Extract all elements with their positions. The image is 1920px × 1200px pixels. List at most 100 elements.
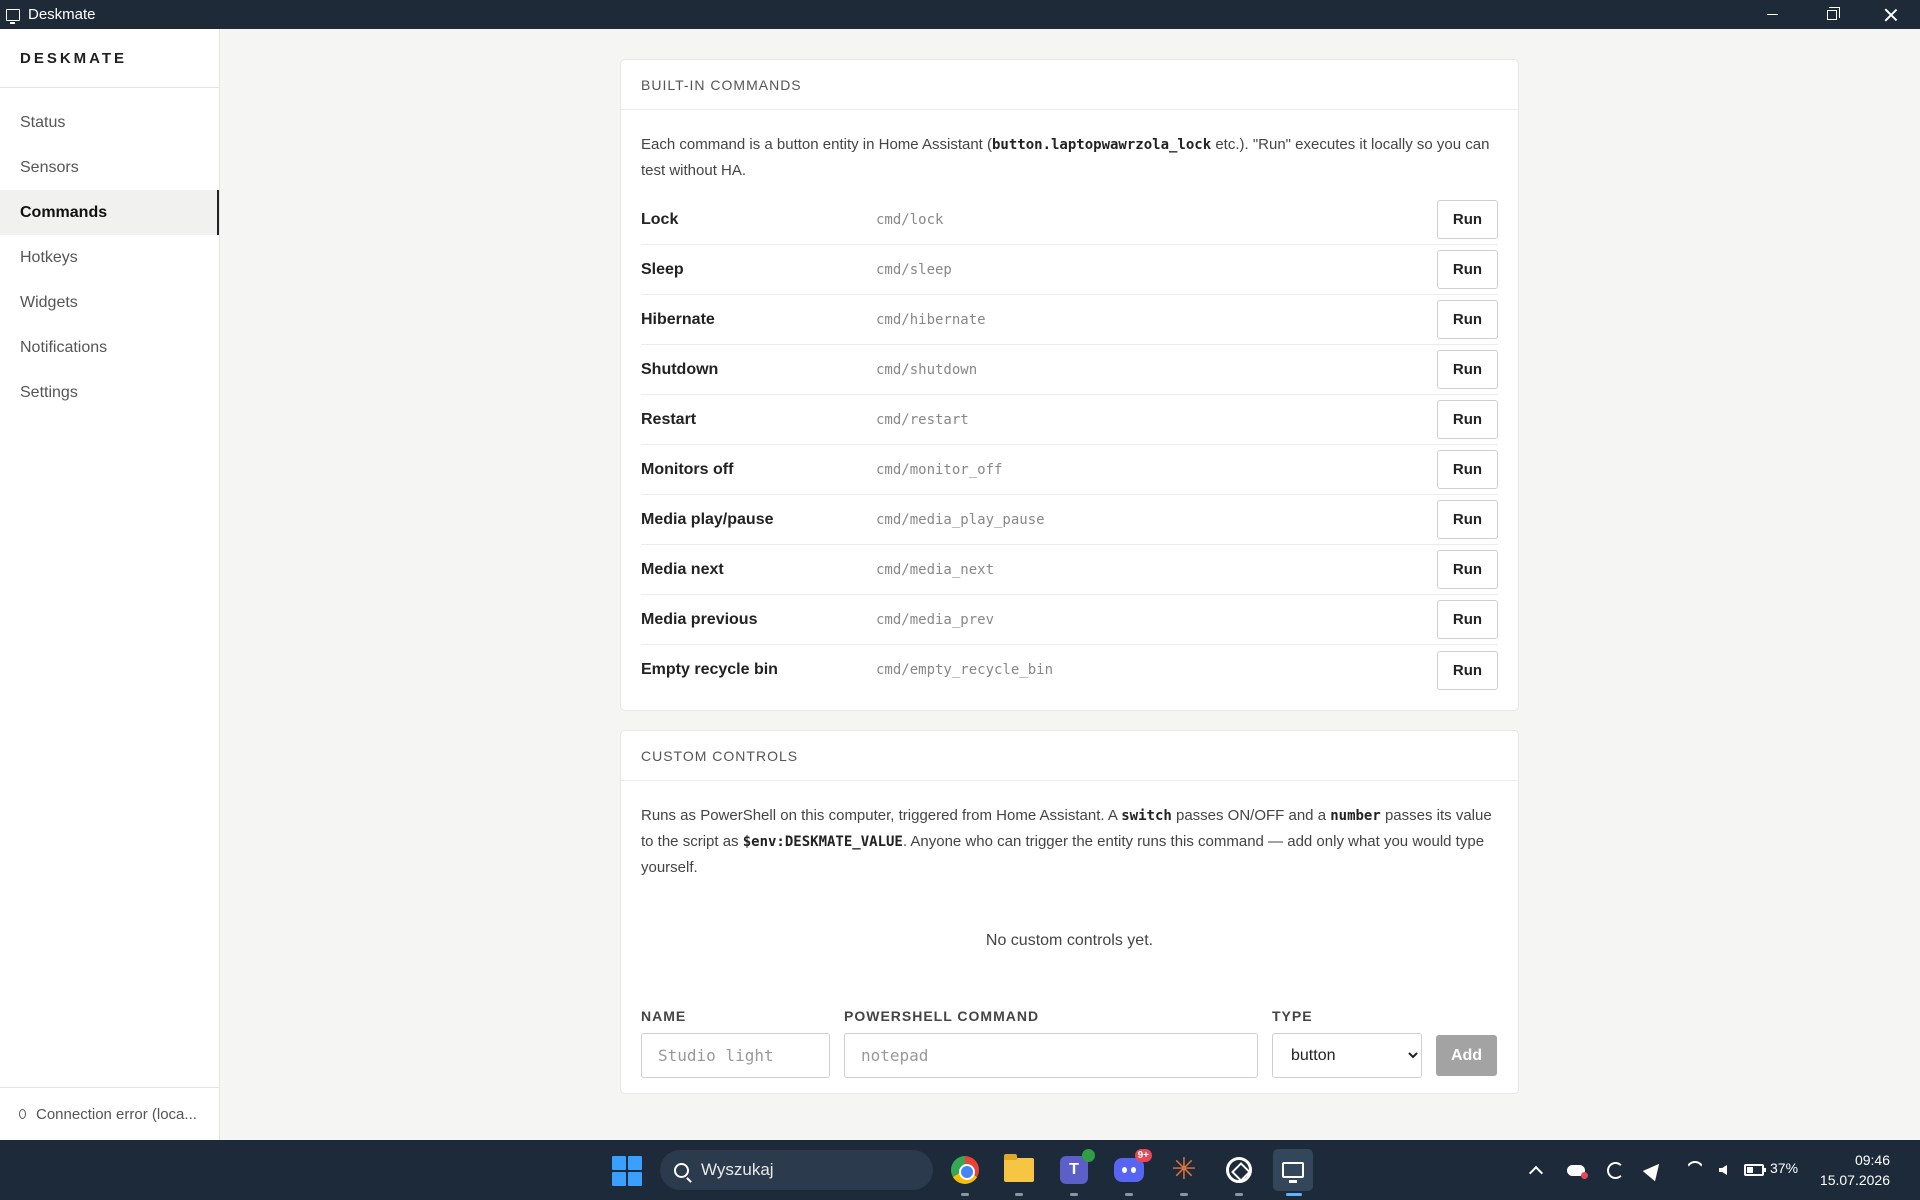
volume-tray[interactable] bbox=[1713, 1161, 1733, 1179]
run-monitors-off-button[interactable]: Run bbox=[1437, 450, 1498, 489]
command-row-restart: Restart cmd/restart Run bbox=[641, 395, 1498, 445]
window-title: Deskmate bbox=[28, 6, 96, 23]
connection-status: Connection error (loca... bbox=[0, 1087, 219, 1140]
custom-description: Runs as PowerShell on this computer, tri… bbox=[641, 807, 1492, 876]
run-media-previous-button[interactable]: Run bbox=[1437, 600, 1498, 639]
powershell-command-input[interactable] bbox=[844, 1033, 1258, 1078]
telegram-tray[interactable] bbox=[1642, 1158, 1666, 1182]
sidebar-item-widgets[interactable]: Widgets bbox=[0, 280, 219, 325]
close-icon bbox=[1884, 8, 1898, 22]
window-controls bbox=[1743, 0, 1920, 29]
run-media-play-pause-button[interactable]: Run bbox=[1437, 500, 1498, 539]
run-restart-button[interactable]: Run bbox=[1437, 400, 1498, 439]
wifi-icon bbox=[1686, 1161, 1704, 1179]
battery-tray[interactable] bbox=[1744, 1161, 1766, 1179]
command-topic: cmd/monitor_off bbox=[876, 461, 1003, 478]
run-media-next-button[interactable]: Run bbox=[1437, 550, 1498, 589]
type-select[interactable]: button bbox=[1272, 1033, 1422, 1078]
type-field-group: TYPE button bbox=[1272, 1008, 1422, 1078]
name-field-group: NAME bbox=[641, 1008, 830, 1078]
discord-app[interactable]: 9+ bbox=[1112, 1149, 1152, 1196]
chrome-icon bbox=[951, 1156, 979, 1184]
discord-badge: 9+ bbox=[1134, 1149, 1152, 1162]
command-name: Restart bbox=[641, 410, 697, 428]
command-topic: cmd/sleep bbox=[876, 261, 952, 278]
wifi-tray[interactable] bbox=[1685, 1161, 1705, 1179]
card-title: BUILT-IN COMMANDS bbox=[621, 60, 1518, 110]
windows-logo-tile bbox=[612, 1172, 626, 1186]
claude-app[interactable]: ✳ bbox=[1167, 1153, 1201, 1196]
taskbar-clock[interactable]: 09:46 15.07.2026 bbox=[1820, 1150, 1890, 1190]
command-topic: cmd/shutdown bbox=[876, 361, 978, 378]
onedrive-tray[interactable] bbox=[1566, 1161, 1588, 1179]
command-topic: cmd/media_next bbox=[876, 561, 995, 578]
windows-logo-tile bbox=[628, 1156, 642, 1170]
run-sleep-button[interactable]: Run bbox=[1437, 250, 1498, 289]
deskmate-app[interactable] bbox=[1273, 1149, 1313, 1196]
sidebar-item-commands[interactable]: Commands bbox=[0, 190, 219, 235]
command-row-shutdown: Shutdown cmd/shutdown Run bbox=[641, 345, 1498, 395]
clock-date: 15.07.2026 bbox=[1819, 1172, 1890, 1188]
taskbar-search[interactable]: Wyszukaj bbox=[660, 1150, 933, 1190]
file-explorer-app[interactable] bbox=[1002, 1153, 1036, 1196]
sidebar-item-notifications[interactable]: Notifications bbox=[0, 325, 219, 370]
main-content: BUILT-IN COMMANDS Each command is a butt… bbox=[220, 29, 1920, 1140]
monitor-icon bbox=[6, 8, 20, 24]
teams-app[interactable]: T bbox=[1057, 1149, 1095, 1196]
sidebar-item-sensors[interactable]: Sensors bbox=[0, 145, 219, 190]
add-button[interactable]: Add bbox=[1436, 1035, 1497, 1076]
minimize-button[interactable] bbox=[1743, 0, 1802, 29]
close-button[interactable] bbox=[1861, 0, 1920, 29]
command-topic: cmd/restart bbox=[876, 411, 969, 428]
windows-logo-tile bbox=[612, 1156, 626, 1170]
run-shutdown-button[interactable]: Run bbox=[1437, 350, 1498, 389]
connection-status-text: Connection error (loca... bbox=[36, 1105, 197, 1123]
check-badge-icon bbox=[1082, 1149, 1095, 1162]
command-row-lock: Lock cmd/lock Run bbox=[641, 195, 1498, 245]
search-icon bbox=[674, 1162, 689, 1178]
search-label: Wyszukaj bbox=[701, 1160, 774, 1179]
sync-icon bbox=[1606, 1161, 1624, 1179]
command-name: Lock bbox=[641, 210, 679, 228]
folder-icon bbox=[1004, 1154, 1034, 1182]
command-name: Empty recycle bin bbox=[641, 661, 778, 678]
type-label: TYPE bbox=[1272, 1008, 1313, 1024]
command-row-media-play-pause: Media play/pause cmd/media_play_pause Ru… bbox=[641, 495, 1498, 545]
command-list: Lock cmd/lock Run Sleep cmd/sleep Run Hi… bbox=[621, 195, 1518, 695]
chrome-app[interactable] bbox=[948, 1153, 982, 1196]
command-name: Monitors off bbox=[641, 460, 734, 478]
clock-time: 09:46 bbox=[1854, 1152, 1890, 1168]
status-dot-icon bbox=[19, 1109, 26, 1119]
name-input[interactable] bbox=[641, 1033, 830, 1078]
start-button[interactable] bbox=[612, 1156, 642, 1186]
battery-icon bbox=[1744, 1164, 1766, 1176]
name-label: NAME bbox=[641, 1008, 687, 1024]
restore-button[interactable] bbox=[1802, 0, 1861, 29]
run-hibernate-button[interactable]: Run bbox=[1437, 300, 1498, 339]
command-field-group: POWERSHELL COMMAND bbox=[844, 1008, 1258, 1078]
command-topic: cmd/media_prev bbox=[876, 611, 995, 628]
command-row-empty-recycle-bin: Empty recycle bin cmd/empty_recycle_bin … bbox=[641, 645, 1498, 695]
add-control-form: NAME POWERSHELL COMMAND TYPE button Add bbox=[621, 1008, 1518, 1078]
battery-percent: 37% bbox=[1770, 1160, 1799, 1176]
sidebar-item-hotkeys[interactable]: Hotkeys bbox=[0, 235, 219, 280]
sidebar-item-status[interactable]: Status bbox=[0, 100, 219, 145]
sync-tray[interactable] bbox=[1605, 1161, 1625, 1179]
command-row-sleep: Sleep cmd/sleep Run bbox=[641, 245, 1498, 295]
sidebar-item-settings[interactable]: Settings bbox=[0, 370, 219, 415]
run-empty-recycle-bin-button[interactable]: Run bbox=[1437, 650, 1498, 690]
run-lock-button[interactable]: Run bbox=[1437, 200, 1498, 239]
windows-logo-tile bbox=[628, 1172, 642, 1186]
show-hidden-icons-button[interactable] bbox=[1526, 1161, 1546, 1181]
chatgpt-app[interactable] bbox=[1222, 1153, 1256, 1196]
chatgpt-icon bbox=[1226, 1157, 1252, 1183]
sidebar: DESKMATE Status Sensors Commands Hotkeys… bbox=[0, 29, 220, 1140]
empty-state-text: No custom controls yet. bbox=[985, 932, 1154, 949]
command-topic: cmd/hibernate bbox=[876, 311, 986, 328]
brand-logo: DESKMATE bbox=[0, 29, 219, 88]
command-label: POWERSHELL COMMAND bbox=[844, 1008, 1040, 1024]
command-topic: cmd/empty_recycle_bin bbox=[876, 662, 1054, 678]
command-name: Media next bbox=[641, 560, 724, 578]
taskbar: Wyszukaj T 9+ ✳ 37% 09:46 15.07.2026 bbox=[0, 1140, 1920, 1200]
speaker-icon bbox=[1719, 1165, 1727, 1175]
